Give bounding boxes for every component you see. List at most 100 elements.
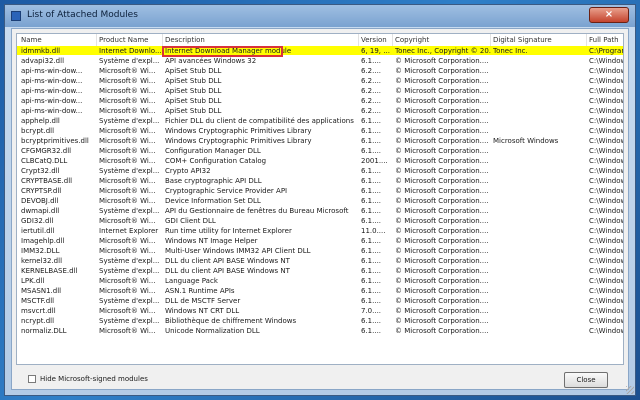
table-row[interactable]: IMM32.DLL Microsoft® Wi... Multi-User Wind…	[17, 246, 623, 255]
resize-grip[interactable]	[626, 386, 634, 394]
dialog-client-area: Name Product Name Description Version Copyri…	[11, 28, 629, 390]
table-cell: C:\Windows\	[589, 257, 623, 265]
table-row[interactable]: CFGMGR32.dll Microsoft® Wi... Configuratio…	[17, 146, 623, 155]
table-cell: Microsoft® Wi...	[99, 197, 156, 205]
table-cell: © Microsoft Corporation....	[395, 307, 489, 315]
table-cell: 6.1....	[361, 127, 382, 135]
table-row[interactable]: GDI32.dll Microsoft® Wi... GDI Client DLL 6…	[17, 216, 623, 225]
column-separator[interactable]	[358, 34, 359, 46]
table-cell: © Microsoft Corporation....	[395, 127, 489, 135]
table-cell: © Microsoft Corporation....	[395, 177, 489, 185]
column-separator[interactable]	[586, 34, 587, 46]
table-cell: Windows Cryptographic Primitives Library	[165, 137, 312, 145]
column-header[interactable]: Full Path	[589, 36, 623, 44]
table-cell: © Microsoft Corporation....	[395, 257, 489, 265]
column-header[interactable]: Copyright	[395, 36, 491, 44]
table-cell: Microsoft® Wi...	[99, 327, 156, 335]
table-cell: api-ms-win-dow...	[21, 77, 83, 85]
table-row[interactable]: msvcrt.dll Microsoft® Wi... Windows NT CRT…	[17, 306, 623, 315]
column-header[interactable]: Version	[361, 36, 393, 44]
column-header[interactable]: Name	[21, 36, 97, 44]
table-cell: C:\Windows\	[589, 77, 623, 85]
table-cell: C:\Windows\	[589, 247, 623, 255]
table-cell: Internet Downlo...	[99, 47, 162, 55]
table-row[interactable]: kernel32.dll Système d'expl... DLL du clie…	[17, 256, 623, 265]
table-row[interactable]: CRYPTBASE.dll Microsoft® Wi... Base crypto…	[17, 176, 623, 185]
column-separator[interactable]	[162, 34, 163, 46]
column-header[interactable]: Product Name	[99, 36, 163, 44]
table-cell: © Microsoft Corporation....	[395, 67, 489, 75]
table-cell: api-ms-win-dow...	[21, 107, 83, 115]
table-cell: Run time utility for Internet Explorer	[165, 227, 292, 235]
table-cell: © Microsoft Corporation....	[395, 87, 489, 95]
table-cell: © Microsoft Corporation....	[395, 227, 489, 235]
table-row[interactable]: normaliz.DLL Microsoft® Wi... Unicode Norm…	[17, 326, 623, 335]
table-cell: Système d'expl...	[99, 317, 160, 325]
table-cell: C:\Windows\	[589, 327, 623, 335]
table-row[interactable]: api-ms-win-dow... Microsoft® Wi... ApiSet …	[17, 86, 623, 95]
table-row[interactable]: Crypt32.dll Système d'expl... Crypto API32…	[17, 166, 623, 175]
column-separator[interactable]	[96, 34, 97, 46]
table-cell: Tonec Inc.	[493, 47, 528, 55]
table-row[interactable]: MSCTF.dll Système d'expl... DLL de MSCTF S…	[17, 296, 623, 305]
window-title: List of Attached Modules	[27, 10, 138, 20]
table-cell: 6.1....	[361, 287, 382, 295]
table-cell: 6.1....	[361, 277, 382, 285]
table-row[interactable]: ncrypt.dll Système d'expl... Bibliothèque …	[17, 316, 623, 325]
table-cell: © Microsoft Corporation....	[395, 157, 489, 165]
table-cell: COM+ Configuration Catalog	[165, 157, 267, 165]
table-row[interactable]: iertutil.dll Internet Explorer Run time ut…	[17, 226, 623, 235]
table-row[interactable]: MSASN1.dll Microsoft® Wi... ASN.1 Runtime …	[17, 286, 623, 295]
table-cell: 6.1....	[361, 147, 382, 155]
column-header[interactable]: Description	[165, 36, 359, 44]
table-row[interactable]: dwmapi.dll Système d'expl... API du Gestio…	[17, 206, 623, 215]
table-cell: Microsoft Windows	[493, 137, 559, 145]
table-row[interactable]: advapi32.dll Système d'expl... API avancée…	[17, 56, 623, 65]
table-cell: © Microsoft Corporation....	[395, 197, 489, 205]
table-row[interactable]: bcryptprimitives.dll Microsoft® Wi... Wind…	[17, 136, 623, 145]
table-row[interactable]: api-ms-win-dow... Microsoft® Wi... ApiSet …	[17, 76, 623, 85]
hide-microsoft-label[interactable]: Hide Microsoft-signed modules	[40, 375, 148, 383]
table-row[interactable]: api-ms-win-dow... Microsoft® Wi... ApiSet …	[17, 66, 623, 75]
table-row[interactable]: apphelp.dll Système d'expl... Fichier DLL …	[17, 116, 623, 125]
table-row[interactable]: idmmkb.dll Internet Downlo... Internet Dow…	[17, 46, 623, 57]
table-cell: DEVOBJ.dll	[21, 197, 59, 205]
table-cell: Multi-User Windows IMM32 API Client DLL	[165, 247, 311, 255]
title-bar[interactable]: List of Attached Modules ×	[5, 5, 635, 27]
table-row[interactable]: KERNELBASE.dll Système d'expl... DLL du cl…	[17, 266, 623, 275]
table-cell: C:\Windows\	[589, 197, 623, 205]
table-cell: Microsoft® Wi...	[99, 137, 156, 145]
close-button[interactable]: Close	[564, 372, 608, 388]
table-cell: © Microsoft Corporation....	[395, 327, 489, 335]
table-row[interactable]: CRYPTSP.dll Microsoft® Wi... Cryptographic…	[17, 186, 623, 195]
table-cell: 6.2....	[361, 107, 382, 115]
table-cell: Microsoft® Wi...	[99, 217, 156, 225]
table-cell: © Microsoft Corporation....	[395, 137, 489, 145]
table-row[interactable]: CLBCatQ.DLL Microsoft® Wi... COM+ Configur…	[17, 156, 623, 165]
hide-microsoft-checkbox[interactable]	[28, 375, 36, 383]
table-row[interactable]: api-ms-win-dow... Microsoft® Wi... ApiSet …	[17, 106, 623, 115]
table-cell: Microsoft® Wi...	[99, 237, 156, 245]
table-cell: 6.1....	[361, 297, 382, 305]
table-cell: C:\Windows\	[589, 277, 623, 285]
table-cell: Microsoft® Wi...	[99, 67, 156, 75]
title-close-button[interactable]: ×	[589, 7, 629, 23]
column-separator[interactable]	[392, 34, 393, 46]
table-cell: bcryptprimitives.dll	[21, 137, 89, 145]
table-row[interactable]: DEVOBJ.dll Microsoft® Wi... Device Informa…	[17, 196, 623, 205]
table-row[interactable]: Imagehlp.dll Microsoft® Wi... Windows NT I…	[17, 236, 623, 245]
table-cell: 7.0....	[361, 307, 382, 315]
table-cell: 6.1....	[361, 327, 382, 335]
table-cell: Windows NT Image Helper	[165, 237, 258, 245]
table-row[interactable]: api-ms-win-dow... Microsoft® Wi... ApiSet …	[17, 96, 623, 105]
table-row[interactable]: LPK.dll Microsoft® Wi... Language Pack 6.1.…	[17, 276, 623, 285]
table-cell: Bibliothèque de chiffrement Windows	[165, 317, 297, 325]
modules-list[interactable]: Name Product Name Description Version Copyri…	[16, 33, 624, 365]
table-cell: 6.1....	[361, 117, 382, 125]
table-cell: ApiSet Stub DLL	[165, 87, 222, 95]
column-header[interactable]: Digital Signature	[493, 36, 587, 44]
table-row[interactable]: bcrypt.dll Microsoft® Wi... Windows Crypto…	[17, 126, 623, 135]
column-separator[interactable]	[490, 34, 491, 46]
table-cell: Microsoft® Wi...	[99, 177, 156, 185]
table-cell: kernel32.dll	[21, 257, 63, 265]
